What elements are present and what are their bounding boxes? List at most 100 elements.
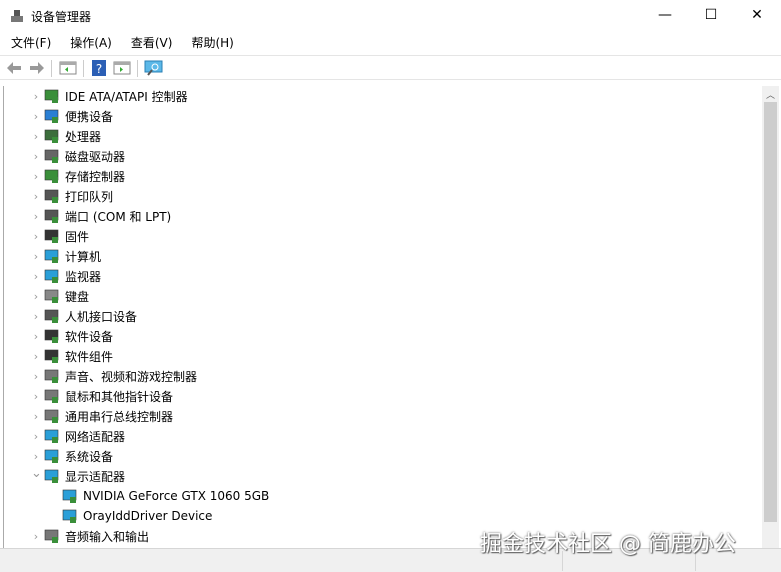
details-pane-icon[interactable] — [113, 59, 131, 77]
monitor-icon — [44, 269, 59, 283]
expand-chevron-icon[interactable]: › — [31, 150, 41, 163]
item-label: 通用串行总线控制器 — [65, 409, 174, 424]
expand-chevron-icon[interactable]: › — [31, 190, 41, 203]
category-item[interactable]: › IDE ATA/ATAPI 控制器 — [4, 86, 759, 106]
expand-chevron-icon[interactable]: › — [31, 450, 41, 463]
port-icon — [44, 209, 59, 223]
expand-chevron-icon[interactable]: › — [31, 170, 41, 183]
category-item[interactable]: › 端口 (COM 和 LPT) — [4, 206, 759, 226]
network-adapter-icon — [44, 429, 59, 443]
title-bar: 设备管理器 — ☐ ✕ — [0, 0, 781, 32]
expand-chevron-icon[interactable]: › — [31, 270, 41, 283]
menu-help[interactable]: 帮助(H) — [180, 33, 241, 53]
item-label: 端口 (COM 和 LPT) — [65, 209, 172, 224]
expand-chevron-icon[interactable]: › — [31, 410, 41, 423]
item-label: 便携设备 — [65, 109, 114, 124]
close-button[interactable]: ✕ — [734, 0, 780, 30]
window-title: 设备管理器 — [31, 10, 92, 24]
expand-chevron-icon[interactable]: › — [31, 110, 41, 123]
category-item[interactable]: › 软件组件 — [4, 346, 759, 366]
item-label: 鼠标和其他指针设备 — [65, 389, 174, 404]
item-label: IDE ATA/ATAPI 控制器 — [65, 89, 188, 104]
item-label: 存储控制器 — [65, 169, 126, 184]
scrollbar-thumb[interactable] — [764, 102, 777, 522]
expand-chevron-icon[interactable]: › — [31, 230, 41, 243]
device-item[interactable]: NVIDIA GeForce GTX 1060 5GB — [4, 486, 759, 506]
item-label: 键盘 — [65, 289, 90, 304]
menu-view[interactable]: 查看(V) — [120, 33, 181, 53]
category-item[interactable]: ⌄ 显示适配器 — [4, 466, 759, 486]
printer-icon — [44, 189, 59, 203]
expand-chevron-icon[interactable]: › — [31, 310, 41, 323]
sound-icon — [44, 369, 59, 383]
expand-chevron-icon[interactable]: › — [31, 370, 41, 383]
item-label: 声音、视频和游戏控制器 — [65, 369, 198, 384]
minimize-button[interactable]: — — [642, 0, 688, 30]
mouse-icon — [44, 389, 59, 403]
category-item[interactable]: › 计算机 — [4, 246, 759, 266]
expand-chevron-icon[interactable]: › — [31, 290, 41, 303]
device-tree[interactable]: › IDE ATA/ATAPI 控制器 › 便携设备 › 处理器 › 磁盘驱动器 › 存储控制器 ›… — [3, 86, 762, 548]
category-item[interactable]: › 网络适配器 — [4, 426, 759, 446]
disk-drive-icon — [44, 149, 59, 163]
menu-bar: 文件(F) 操作(A) 查看(V) 帮助(H) — [0, 33, 781, 53]
watermark: 掘金技术社区 @ 简鹿办公 — [480, 532, 736, 557]
device-manager-icon — [11, 10, 23, 22]
category-item[interactable]: › 键盘 — [4, 286, 759, 306]
properties-pane-icon[interactable] — [59, 59, 77, 77]
expand-chevron-icon[interactable]: › — [31, 250, 41, 263]
item-label: 磁盘驱动器 — [65, 149, 126, 164]
item-label: 显示适配器 — [65, 469, 126, 484]
display-adapter-icon — [62, 509, 77, 523]
menu-file[interactable]: 文件(F) — [0, 33, 59, 53]
toolbar: ? — [0, 55, 781, 80]
portable-device-icon — [44, 109, 59, 123]
category-item[interactable]: › 鼠标和其他指针设备 — [4, 386, 759, 406]
category-item[interactable]: › 打印队列 — [4, 186, 759, 206]
category-item[interactable]: › 声音、视频和游戏控制器 — [4, 366, 759, 386]
audio-icon — [44, 529, 59, 543]
svg-text:?: ? — [96, 62, 102, 76]
help-icon[interactable]: ? — [90, 59, 108, 77]
category-item[interactable]: › 系统设备 — [4, 446, 759, 466]
item-label: 处理器 — [65, 129, 102, 144]
vertical-scrollbar[interactable]: ︿ — [762, 86, 779, 548]
category-item[interactable]: › 便携设备 — [4, 106, 759, 126]
expand-chevron-icon[interactable]: › — [31, 330, 41, 343]
item-label: 软件设备 — [65, 329, 114, 344]
expand-chevron-icon[interactable]: › — [31, 350, 41, 363]
item-label: 系统设备 — [65, 449, 114, 464]
category-item[interactable]: › 固件 — [4, 226, 759, 246]
item-label: 计算机 — [65, 249, 102, 264]
category-item[interactable]: › 监视器 — [4, 266, 759, 286]
expand-chevron-icon[interactable]: › — [31, 430, 41, 443]
expand-chevron-icon[interactable]: › — [31, 130, 41, 143]
category-item[interactable]: › 人机接口设备 — [4, 306, 759, 326]
expand-chevron-icon[interactable]: › — [31, 90, 41, 103]
expand-chevron-icon[interactable]: › — [31, 210, 41, 223]
toolbar-separator — [137, 60, 138, 77]
expand-chevron-icon[interactable]: › — [31, 390, 41, 403]
scroll-up-icon[interactable]: ︿ — [766, 88, 775, 101]
category-item[interactable]: › 处理器 — [4, 126, 759, 146]
category-item[interactable]: › 通用串行总线控制器 — [4, 406, 759, 426]
maximize-button[interactable]: ☐ — [688, 0, 734, 30]
item-label: OrayIddDriver Device — [83, 509, 213, 523]
back-icon[interactable] — [5, 59, 23, 77]
category-item[interactable]: › 存储控制器 — [4, 166, 759, 186]
category-item[interactable]: › 软件设备 — [4, 326, 759, 346]
display-adapter-icon — [44, 469, 59, 483]
menu-action[interactable]: 操作(A) — [59, 33, 120, 53]
scan-hardware-icon[interactable] — [144, 59, 164, 77]
software-component-icon — [44, 349, 59, 363]
item-label: 固件 — [65, 229, 90, 244]
display-adapter-icon — [62, 489, 77, 503]
processor-icon — [44, 129, 59, 143]
ide-controller-icon — [44, 89, 59, 103]
device-item[interactable]: OrayIddDriver Device — [4, 506, 759, 526]
collapse-chevron-icon[interactable]: ⌄ — [31, 466, 42, 481]
toolbar-separator — [51, 60, 52, 77]
category-item[interactable]: › 磁盘驱动器 — [4, 146, 759, 166]
expand-chevron-icon[interactable]: › — [31, 530, 41, 543]
forward-icon[interactable] — [28, 59, 46, 77]
